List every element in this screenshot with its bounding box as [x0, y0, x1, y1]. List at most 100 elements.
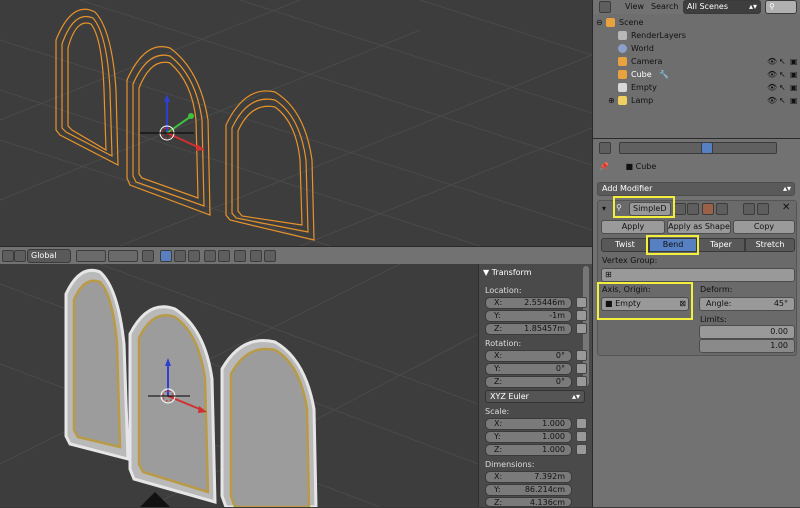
mode-twist-tab[interactable]: Twist	[601, 238, 649, 252]
apply-as-shape-button[interactable]: Apply as Shape ...	[667, 220, 731, 243]
editor-type-icon[interactable]	[599, 1, 611, 13]
render-toggle-icon[interactable]	[674, 203, 686, 215]
transform-panel-title[interactable]: ▼ Transform	[483, 268, 532, 277]
layer-buttons-icon[interactable]	[76, 250, 106, 262]
scale-label: Scale:	[485, 407, 510, 416]
transform-panel: ▼ Transform Location: X: 2.55446m Y: -1m Z…	[478, 264, 592, 507]
mode-taper-tab[interactable]: Taper	[697, 238, 745, 252]
layers-icon[interactable]	[142, 250, 154, 262]
dimensions-z-field[interactable]: Z: 4.136cm	[485, 497, 572, 507]
copy-button[interactable]: Copy	[733, 220, 795, 234]
lock-icon[interactable]	[576, 376, 587, 387]
outliner-list: ⊖ Scene RenderLayers World Camera 👁 ↖ ▣ …	[593, 14, 800, 110]
rotation-z-field[interactable]: Z: 0°	[485, 376, 572, 388]
render-icon[interactable]: ▣	[790, 68, 798, 81]
outliner-row-lamp[interactable]: ⊕ Lamp 👁 ↖ ▣	[593, 94, 800, 107]
location-y-field[interactable]: Y: -1m	[485, 310, 572, 322]
cursor-icon[interactable]: ↖	[779, 81, 786, 94]
view-menu[interactable]: View	[625, 2, 644, 11]
proportional-edit-icon[interactable]	[160, 250, 172, 262]
eye-icon[interactable]: 👁	[767, 94, 777, 107]
outliner-row-world[interactable]: World	[593, 42, 800, 55]
expand-icon[interactable]: ⊕	[608, 94, 615, 107]
arch-solid-2	[128, 305, 217, 504]
move-up-icon[interactable]	[743, 203, 755, 215]
cursor-icon[interactable]: ↖	[779, 94, 786, 107]
render-icon[interactable]: ▣	[790, 81, 798, 94]
rotation-mode-select[interactable]: XYZ Euler ▴▾	[485, 390, 585, 403]
camera-render-icon[interactable]	[264, 250, 276, 262]
move-down-icon[interactable]	[757, 203, 769, 215]
limit-min-field[interactable]: 0.00	[699, 325, 795, 339]
lock-icon[interactable]	[576, 350, 587, 361]
realtime-toggle-icon[interactable]	[687, 203, 699, 215]
outliner-row-empty[interactable]: Empty 👁 ↖ ▣	[593, 81, 800, 94]
vertex-group-icon: ⊞	[605, 270, 612, 279]
cursor-icon[interactable]: ↖	[779, 55, 786, 68]
outliner-header: View Search All Scenes ▴▾ ⚲	[593, 0, 800, 14]
outliner-row-scene[interactable]: ⊖ Scene	[593, 16, 800, 29]
modifier-wrench-icon[interactable]: 🔧	[659, 68, 669, 81]
snap-icon[interactable]	[2, 250, 14, 262]
viewport-wireframe[interactable]	[0, 0, 592, 246]
lock-icon[interactable]	[576, 418, 587, 429]
limit-max-field[interactable]: 1.00	[699, 339, 795, 353]
layer-buttons-2-icon[interactable]	[108, 250, 138, 262]
mode-stretch-tab[interactable]: Stretch	[745, 238, 795, 252]
scale-x-field[interactable]: X: 1.000	[485, 418, 572, 430]
viewport-solid[interactable]	[0, 264, 478, 507]
eye-icon[interactable]: 👁	[767, 68, 777, 81]
anim-render-icon[interactable]	[250, 250, 262, 262]
search-menu[interactable]: Search	[651, 2, 678, 11]
orientation-select[interactable]: Global ▴▾	[27, 249, 71, 272]
snap-toggle-icon[interactable]	[188, 250, 200, 262]
opengl-render-icon[interactable]	[234, 250, 246, 262]
rotation-x-field[interactable]: X: 0°	[485, 350, 572, 362]
editmode-toggle-icon[interactable]	[702, 203, 714, 215]
outliner-row-camera[interactable]: Camera 👁 ↖ ▣	[593, 55, 800, 68]
lock-icon[interactable]	[576, 363, 587, 374]
render-icon[interactable]: ▣	[790, 94, 798, 107]
outliner-row-renderlayers[interactable]: RenderLayers	[593, 29, 800, 42]
outliner-row-cube[interactable]: Cube 🔧 👁 ↖ ▣	[593, 68, 800, 81]
lock-icon[interactable]	[576, 310, 587, 321]
scale-z-field[interactable]: Z: 1.000	[485, 444, 572, 456]
cursor-icon[interactable]: ↖	[779, 68, 786, 81]
display-mode-select[interactable]: All Scenes ▴▾	[683, 0, 761, 14]
eye-icon[interactable]: 👁	[767, 55, 777, 68]
dimensions-y-field[interactable]: Y: 86.214cm	[485, 484, 572, 496]
snap-element-icon[interactable]	[204, 250, 216, 262]
pin-icon[interactable]: 📌	[599, 162, 609, 171]
apply-button[interactable]: Apply	[601, 220, 665, 234]
location-z-field[interactable]: Z: 1.85457m	[485, 323, 572, 335]
lock-icon[interactable]	[576, 323, 587, 334]
scale-y-field[interactable]: Y: 1.000	[485, 431, 572, 443]
vertex-group-label: Vertex Group:	[602, 256, 658, 265]
collapse-icon[interactable]: ▾	[602, 204, 606, 213]
wireframe-scene	[0, 0, 592, 246]
editor-type-icon[interactable]	[599, 142, 611, 154]
pivot-icon[interactable]	[14, 250, 26, 262]
falloff-icon[interactable]	[174, 250, 186, 262]
render-preview-icon[interactable]	[218, 250, 230, 262]
collapse-icon[interactable]: ⊖	[596, 16, 603, 29]
eye-icon[interactable]: 👁	[767, 81, 777, 94]
location-label: Location:	[485, 286, 522, 295]
render-icon[interactable]: ▣	[790, 55, 798, 68]
scene-icon	[606, 18, 615, 27]
lock-icon[interactable]	[576, 431, 587, 442]
close-icon[interactable]: ✕	[782, 202, 790, 213]
empty-icon	[618, 83, 627, 92]
modifier-tab-icon[interactable]	[701, 142, 713, 154]
dimensions-x-field[interactable]: X: 7.392m	[485, 471, 572, 483]
location-x-field[interactable]: X: 2.55446m	[485, 297, 572, 309]
add-modifier-button[interactable]: Add Modifier ▴▾	[597, 182, 795, 196]
lock-icon[interactable]	[576, 297, 587, 308]
angle-field[interactable]: Angle: 45°	[699, 297, 795, 311]
lock-icon[interactable]	[576, 444, 587, 455]
vertex-group-field[interactable]: ⊞	[601, 268, 795, 282]
rotation-y-field[interactable]: Y: 0°	[485, 363, 572, 375]
search-input[interactable]: ⚲	[765, 0, 797, 14]
cage-toggle-icon[interactable]	[716, 203, 728, 215]
context-tabs-icon[interactable]	[619, 142, 777, 154]
